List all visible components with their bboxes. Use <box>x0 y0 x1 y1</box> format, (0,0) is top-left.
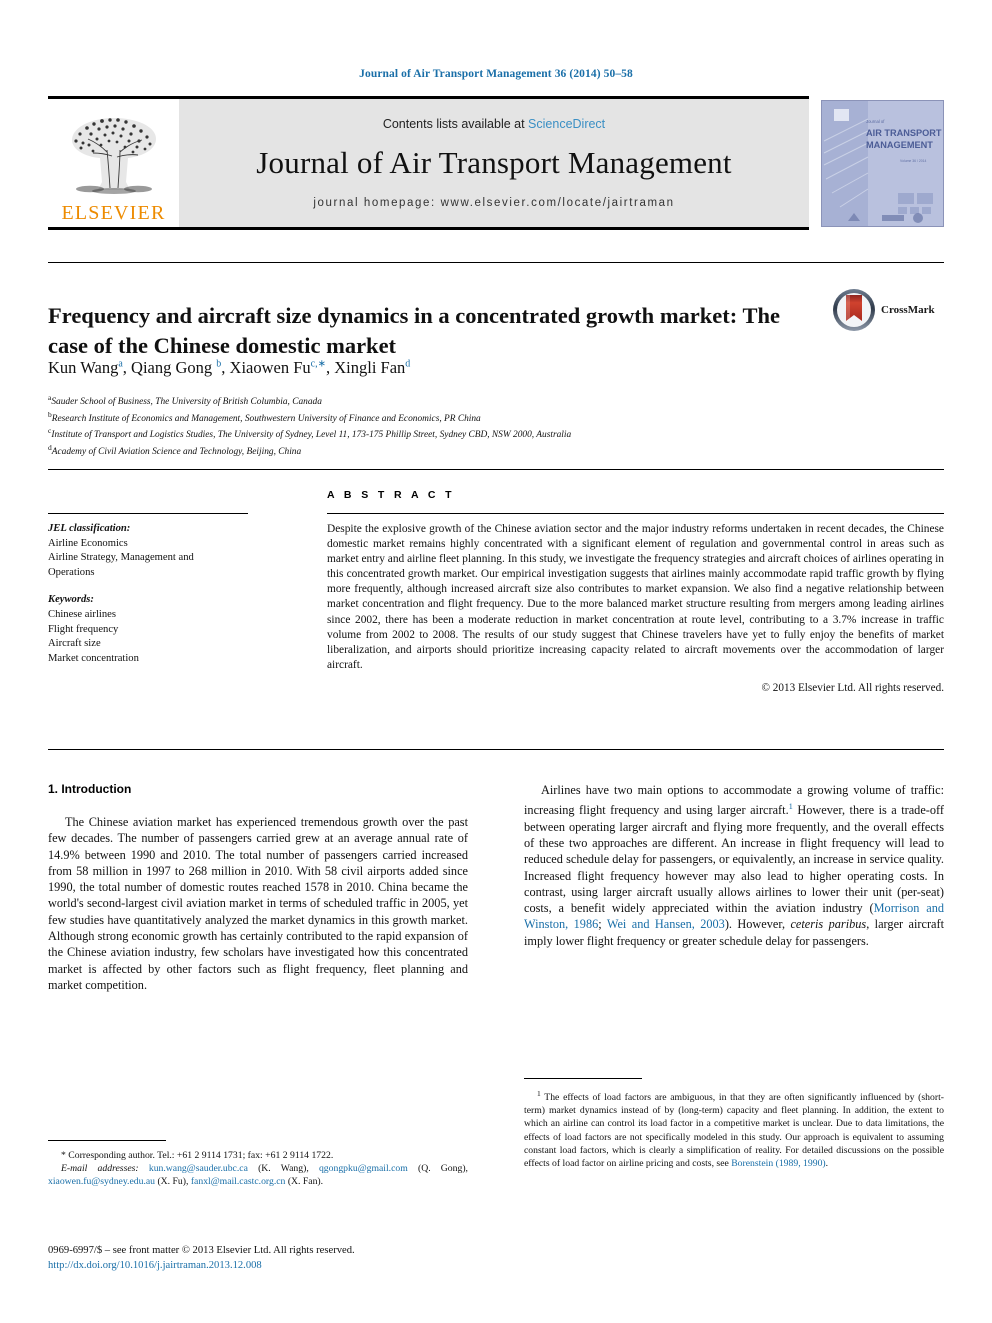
affiliation-text: Institute of Transport and Logistics Stu… <box>51 430 572 441</box>
svg-text:MANAGEMENT: MANAGEMENT <box>866 140 933 150</box>
intro-paragraph-right: Airlines have two main options to accomm… <box>524 782 944 949</box>
latin-phrase: ceteris paribus <box>790 917 867 932</box>
masthead-center: Contents lists available at ScienceDirec… <box>179 99 809 227</box>
affiliation-item: aSauder School of Business, The Universi… <box>48 392 928 409</box>
keyword-item: Flight frequency <box>48 623 119 635</box>
info-divider-bottom <box>48 749 944 750</box>
author-list: Kun Wanga, Qiang Gong b, Xiaowen Fuc,∗, … <box>48 358 788 378</box>
elsevier-wordmark: ELSEVIER <box>61 202 166 224</box>
journal-title: Journal of Air Transport Management <box>256 145 732 180</box>
email-owner-0: (K. Wang), <box>247 1163 319 1175</box>
intro-right-part3: ). However, <box>724 917 791 932</box>
email-owner-3: (X. Fan). <box>285 1176 324 1188</box>
jel-item: Airline Strategy, Management and <box>48 552 194 564</box>
section-heading-introduction: 1. Introduction <box>48 782 132 796</box>
footnote-right: 1 The effects of load factors are ambigu… <box>524 1078 944 1170</box>
elsevier-tree-icon <box>71 118 156 194</box>
affiliation-item: bResearch Institute of Economics and Man… <box>48 409 928 426</box>
footnote-right-text: 1 The effects of load factors are ambigu… <box>524 1087 944 1170</box>
abstract-divider <box>327 513 944 514</box>
citation-borenstein[interactable]: Borenstein (1989, 1990) <box>731 1158 825 1169</box>
article-info-sidebar: JEL classification: Airline Economics Ai… <box>48 522 258 666</box>
sciencedirect-link[interactable]: ScienceDirect <box>528 117 605 131</box>
footnote-right-end: . <box>825 1157 829 1169</box>
svg-text:Volume 36 / 2014: Volume 36 / 2014 <box>900 159 927 163</box>
contents-available-line: Contents lists available at ScienceDirec… <box>383 117 605 131</box>
footnote-rule-right <box>524 1078 642 1079</box>
journal-masthead: ELSEVIER Contents lists available at Sci… <box>48 96 809 230</box>
authors-text: Kun Wanga, Qiang Gong b, Xiaowen Fuc,∗, … <box>48 358 411 377</box>
svg-text:AIR TRANSPORT: AIR TRANSPORT <box>866 128 942 138</box>
abstract-text: Despite the explosive growth of the Chin… <box>327 523 944 671</box>
keywords-heading: Keywords: <box>48 594 94 606</box>
email-kun-wang[interactable]: kun.wang@sauder.ubc.ca <box>149 1163 248 1174</box>
email-xingli-fan[interactable]: fanxl@mail.castc.org.cn <box>191 1176 286 1187</box>
email-label: E-mail addresses: <box>61 1163 139 1175</box>
affiliation-item: dAcademy of Civil Aviation Science and T… <box>48 442 928 459</box>
abstract-heading: A B S T R A C T <box>327 489 455 501</box>
crossmark-badge[interactable]: CrossMark <box>832 286 942 334</box>
keyword-item: Aircraft size <box>48 638 101 650</box>
jel-item: Operations <box>48 566 95 578</box>
affiliation-item: cInstitute of Transport and Logistics St… <box>48 425 928 442</box>
article-page: Journal of Air Transport Management 36 (… <box>0 0 992 1323</box>
intro-paragraph-left: The Chinese aviation market has experien… <box>48 815 468 992</box>
running-head: Journal of Air Transport Management 36 (… <box>359 68 633 80</box>
contents-prefix: Contents lists available at <box>382 117 529 131</box>
journal-cover-thumbnail: Journal of AIR TRANSPORT MANAGEMENT Volu… <box>821 100 944 227</box>
affiliation-text: Academy of Civil Aviation Science and Te… <box>51 447 302 458</box>
elsevier-logo: ELSEVIER <box>48 99 179 227</box>
affiliation-text: Sauder School of Business, The Universit… <box>51 397 322 408</box>
sidebar-divider <box>48 513 248 514</box>
crossmark-icon <box>833 289 875 331</box>
citation-separator: ; <box>598 917 607 932</box>
email-addresses-note: E-mail addresses: kun.wang@sauder.ubc.ca… <box>48 1162 468 1188</box>
abstract-block: Despite the explosive growth of the Chin… <box>327 522 944 696</box>
email-owner-1: (Q. Gong), <box>407 1163 468 1175</box>
doi-link[interactable]: http://dx.doi.org/10.1016/j.jairtraman.2… <box>48 1258 518 1273</box>
keyword-item: Market concentration <box>48 652 139 664</box>
jel-heading: JEL classification: <box>48 523 131 534</box>
jel-item: Airline Economics <box>48 537 128 549</box>
affiliation-list: aSauder School of Business, The Universi… <box>48 392 928 459</box>
copyright-line: © 2013 Elsevier Ltd. All rights reserved… <box>761 681 945 694</box>
journal-cover-art: Journal of AIR TRANSPORT MANAGEMENT Volu… <box>822 101 943 226</box>
corresponding-author-note: * Corresponding author. Tel.: +61 2 9114… <box>61 1150 334 1161</box>
email-qiang-gong[interactable]: qgongpku@gmail.com <box>319 1163 408 1174</box>
issn-doi-block: 0969-6997/$ – see front matter © 2013 El… <box>48 1243 518 1273</box>
affiliation-text: Research Institute of Economics and Mana… <box>51 413 481 424</box>
footnote-left: * Corresponding author. Tel.: +61 2 9114… <box>48 1140 468 1188</box>
body-column-right: Airlines have two main options to accomm… <box>524 782 944 949</box>
body-column-left: 1. Introduction The Chinese aviation mar… <box>48 782 468 993</box>
keyword-item: Chinese airlines <box>48 608 116 620</box>
journal-homepage-link[interactable]: journal homepage: www.elsevier.com/locat… <box>313 197 674 209</box>
issn-line: 0969-6997/$ – see front matter © 2013 El… <box>48 1245 355 1256</box>
email-owner-2: (X. Fu), <box>155 1176 191 1188</box>
email-xiaowen-fu[interactable]: xiaowen.fu@sydney.edu.au <box>48 1176 155 1187</box>
info-divider-top <box>48 469 944 470</box>
svg-text:Journal of: Journal of <box>866 119 885 124</box>
crossmark-label: CrossMark <box>881 304 935 316</box>
footnote-rule-left <box>48 1140 166 1141</box>
title-divider <box>48 262 944 263</box>
intro-right-part2: However, there is a trade-off between op… <box>524 803 944 916</box>
citation-wei-hansen[interactable]: Wei and Hansen, 2003 <box>607 917 725 931</box>
page-title: Frequency and aircraft size dynamics in … <box>48 303 781 359</box>
